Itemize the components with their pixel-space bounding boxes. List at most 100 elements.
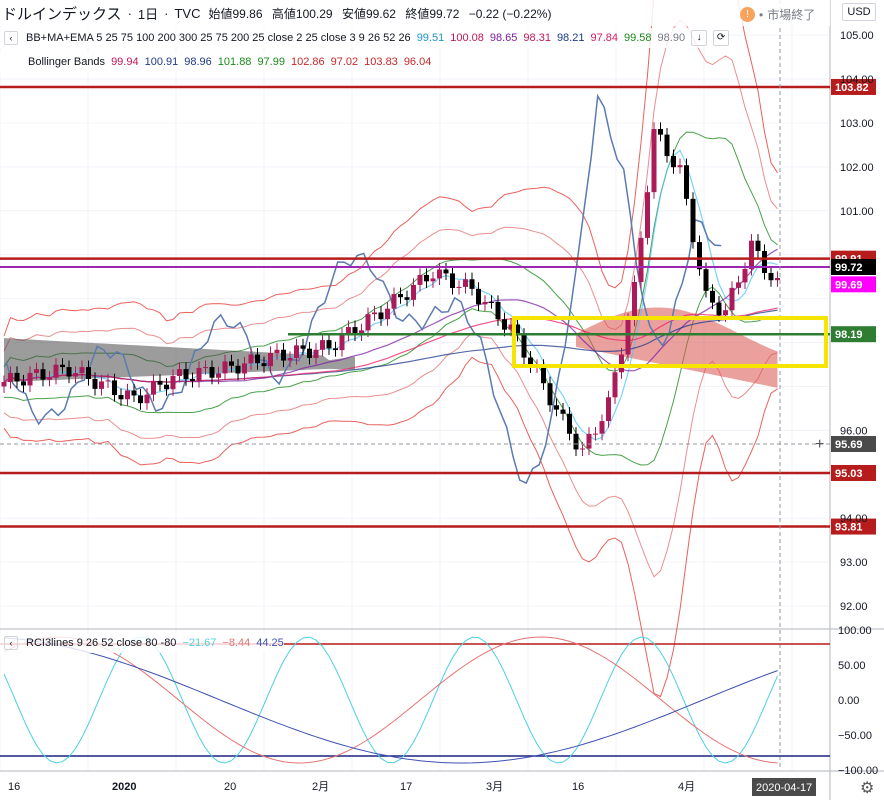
price-axis-label: 99.69 — [835, 279, 863, 291]
ma-value: 98.90 — [657, 32, 686, 44]
candle-body — [664, 134, 670, 157]
rci-value: −8.44 — [222, 637, 251, 649]
candle-body — [209, 367, 215, 378]
candle-body — [229, 361, 234, 366]
candle-body — [450, 273, 455, 288]
bb-value: 96.04 — [403, 56, 432, 68]
candle-body — [190, 379, 195, 381]
low-value: 99.62 — [365, 6, 396, 21]
candle-body — [710, 290, 715, 303]
price-tick-label: 92.00 — [840, 601, 868, 613]
ma-value: 99.51 — [416, 32, 445, 44]
crosshair-plus-icon: + — [815, 436, 824, 453]
candle-body — [216, 373, 221, 378]
price-axis-label: 95.03 — [835, 468, 863, 480]
candle-body — [385, 308, 390, 320]
candle-body — [723, 310, 728, 316]
candle-body — [105, 380, 111, 382]
candle-body — [482, 301, 488, 305]
candle-body — [749, 240, 754, 269]
candle-body — [398, 294, 403, 298]
candle-body — [281, 349, 286, 361]
refresh-icon[interactable]: ⟳ — [713, 30, 730, 46]
bb-indicator-label[interactable]: Bollinger Bands — [28, 56, 105, 68]
candle-body — [1, 382, 7, 387]
time-tick-label: 20 — [224, 781, 236, 793]
interval-label[interactable]: 1日 — [138, 4, 158, 23]
candle-body — [606, 397, 611, 422]
clock-icon: ! — [740, 7, 755, 22]
rci-value: 44.25 — [256, 637, 284, 649]
candle-body — [430, 278, 436, 282]
candle-body — [521, 334, 527, 358]
collapse-chevron-icon[interactable]: ‹ — [4, 636, 18, 650]
symbol-header: ドルインデックス · 1日 · TVC 始値99.86 高値100.29 安値9… — [0, 0, 830, 26]
price-axis-label: 98.19 — [835, 329, 863, 341]
candle-body — [638, 237, 644, 282]
rci-value: −21.67 — [182, 637, 217, 649]
bb-value: 100.91 — [144, 56, 179, 68]
collapse-chevron-icon[interactable]: ‹ — [4, 31, 18, 45]
candle-body — [690, 198, 696, 243]
bollinger-band-upper — [3, 0, 778, 337]
bb-value: 101.88 — [217, 56, 252, 68]
candle-body — [40, 369, 46, 380]
candle-body — [177, 369, 182, 376]
market-status: ! • 市場終了 — [740, 6, 815, 23]
candle-body — [300, 345, 306, 349]
candle-body — [326, 340, 332, 349]
candle-body — [736, 282, 741, 288]
change-value: −0.22 (−0.22%) — [468, 6, 552, 21]
candle-body — [151, 380, 156, 395]
candle-body — [671, 156, 676, 168]
lagging-span-line — [5, 93, 722, 485]
candle-body — [417, 274, 423, 285]
candle-body — [424, 274, 429, 282]
candle-body — [79, 367, 85, 374]
candle-body — [456, 286, 462, 288]
candle-body — [333, 348, 338, 351]
candle-body — [489, 301, 494, 303]
candle-body — [632, 281, 637, 320]
currency-button[interactable]: USD — [842, 3, 876, 21]
candle-body — [495, 301, 501, 320]
time-tick-label: 4月 — [678, 781, 695, 793]
candle-body — [242, 363, 247, 374]
symbol-name[interactable]: ドルインデックス — [2, 3, 122, 24]
candle-body — [294, 345, 299, 358]
candle-body — [203, 367, 208, 369]
ma-indicator-label[interactable]: BB+MA+EMA 5 25 75 100 200 300 25 75 200 … — [26, 32, 411, 44]
time-tick-label: 17 — [400, 781, 412, 793]
price-chart[interactable]: 103.8299.9195.0393.8198.1999.7299.6995.6… — [0, 0, 884, 800]
candle-body — [437, 269, 442, 279]
candle-body — [378, 312, 384, 320]
settings-gear-icon[interactable]: ⚙ — [860, 778, 874, 798]
candle-body — [541, 366, 546, 384]
time-tick-label: 16 — [572, 781, 584, 793]
candle-body — [164, 384, 169, 390]
candle-body — [586, 433, 592, 449]
candle-body — [320, 340, 325, 350]
ma-value: 98.21 — [556, 32, 585, 44]
candle-body — [567, 413, 572, 434]
candle-body — [313, 349, 319, 358]
candle-body — [775, 277, 780, 281]
arrow-down-icon[interactable]: ↓ — [691, 30, 708, 46]
candle-body — [27, 372, 33, 386]
candle-body — [645, 192, 650, 238]
rci-tick-label: −50.00 — [838, 730, 872, 742]
candle-body — [755, 240, 761, 251]
bb-indicator-legend: Bollinger Bands 99.94 100.91 98.96 101.88 97… — [0, 52, 432, 72]
candle-body — [99, 381, 104, 389]
candle-body — [138, 395, 143, 404]
candle-body — [60, 364, 65, 368]
rci-indicator-label[interactable]: RCI3lines 9 26 52 close 80 -80 — [26, 637, 176, 649]
rci-tick-label: 0.00 — [838, 695, 859, 707]
source-label: TVC — [174, 5, 201, 21]
rci-line — [3, 636, 778, 764]
candle-body — [235, 365, 241, 374]
candle-body — [716, 302, 722, 316]
candle-body — [196, 367, 202, 381]
price-axis-label: 95.69 — [835, 439, 863, 451]
candle-body — [339, 334, 345, 351]
